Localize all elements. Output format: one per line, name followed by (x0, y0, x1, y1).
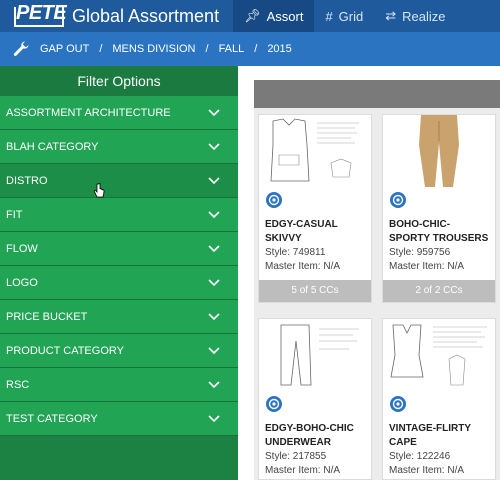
product-name: EDGY-BOHO-CHIC UNDERWEAR (265, 423, 354, 448)
hash-icon: # (325, 8, 333, 24)
product-sketch-image (259, 319, 371, 391)
product-card[interactable]: EDGY-CASUAL SKIVVY Style: 749811 Master … (258, 114, 372, 303)
product-style: Style: 217855 (265, 451, 327, 462)
filter-assortment-architecture[interactable]: ASSORTMENT ARCHITECTURE (0, 96, 238, 130)
filter-label: RSC (6, 378, 30, 391)
product-card[interactable]: EDGY-BOHO-CHIC UNDERWEAR Style: 217855 M… (258, 318, 372, 480)
product-photo (383, 115, 495, 187)
product-sketch-image (383, 319, 495, 391)
product-master-item: Master Item: N/A (389, 465, 465, 476)
target-icon[interactable] (389, 395, 407, 413)
grid-header-bar (254, 80, 500, 108)
logo-text: PETE (16, 2, 67, 24)
target-icon[interactable] (265, 395, 283, 413)
target-icon[interactable] (389, 191, 407, 209)
breadcrumb-item[interactable]: MENS DIVISION (112, 43, 195, 55)
product-master-item: Master Item: N/A (389, 261, 465, 272)
product-master-item: Master Item: N/A (265, 465, 341, 476)
product-grid-area: EDGY-CASUAL SKIVVY Style: 749811 Master … (238, 66, 500, 480)
nav-realize[interactable]: ⇄ Realize (374, 0, 456, 32)
app-logo[interactable]: PETE (14, 2, 67, 27)
nav-grid[interactable]: # Grid (314, 0, 374, 32)
product-master-item: Master Item: N/A (265, 261, 341, 272)
product-style: Style: 122246 (389, 451, 451, 462)
chevron-down-icon (208, 380, 220, 388)
swap-icon: ⇄ (385, 8, 397, 23)
pin-icon: 📌︎ (244, 8, 261, 23)
product-style: Style: 749811 (265, 247, 326, 258)
top-bar: PETE Global Assortment 📌︎ Assort # Grid … (0, 0, 500, 32)
breadcrumb-separator: / (205, 43, 209, 55)
chevron-down-icon (208, 346, 220, 354)
product-style: Style: 959756 (389, 247, 451, 258)
target-icon[interactable] (265, 191, 283, 209)
cc-count-badge[interactable]: 2 of 2 CCs (383, 280, 495, 302)
nav-assort[interactable]: 📌︎ Assort (233, 0, 315, 32)
dress-sketch (270, 118, 359, 182)
app-title: Global Assortment (72, 5, 220, 26)
filter-label: LOGO (6, 276, 38, 289)
breadcrumb-separator: / (254, 43, 258, 55)
filter-product-category[interactable]: PRODUCT CATEGORY (0, 334, 238, 368)
product-card[interactable]: BOHO-CHIC-SPORTY TROUSERS Style: 959756 … (382, 114, 496, 303)
filter-fit[interactable]: FIT (0, 198, 238, 232)
filter-label: ASSORTMENT ARCHITECTURE (6, 106, 171, 119)
product-name: BOHO-CHIC-SPORTY TROUSERS (389, 219, 489, 244)
filter-blah-category[interactable]: BLAH CATEGORY (0, 130, 238, 164)
filter-label: DISTRO (6, 174, 48, 187)
chevron-down-icon (208, 210, 220, 218)
hand-cursor-icon (93, 183, 105, 198)
filter-label: BLAH CATEGORY (6, 140, 99, 153)
filter-rsc[interactable]: RSC (0, 368, 238, 402)
filter-label: FIT (6, 208, 23, 221)
nav-assort-label: Assort (266, 8, 304, 24)
trousers-photo (419, 115, 459, 187)
filter-label: PRODUCT CATEGORY (6, 344, 124, 357)
filter-flow[interactable]: FLOW (0, 232, 238, 266)
pants-sketch (280, 324, 359, 386)
filter-price-bucket[interactable]: PRICE BUCKET (0, 300, 238, 334)
filter-test-category[interactable]: TEST CATEGORY (0, 402, 238, 436)
sidebar-title: Filter Options (0, 66, 238, 96)
filter-label: FLOW (6, 242, 38, 255)
romper-sketch (390, 324, 487, 386)
filter-label: TEST CATEGORY (6, 412, 98, 425)
chevron-down-icon (208, 414, 220, 422)
nav-grid-label: Grid (338, 8, 364, 24)
product-name: VINTAGE-FLIRTY CAPE (389, 423, 471, 448)
chevron-down-icon (208, 176, 220, 184)
chevron-down-icon (208, 312, 220, 320)
filter-logo[interactable]: LOGO (0, 266, 238, 300)
breadcrumb-separator: / (99, 43, 103, 55)
breadcrumb-item[interactable]: FALL (219, 43, 245, 55)
wrench-icon[interactable] (12, 40, 30, 58)
nav-realize-label: Realize (402, 8, 446, 24)
filter-label: PRICE BUCKET (6, 310, 88, 323)
filter-sidebar: Filter Options ASSORTMENT ARCHITECTURE B… (0, 66, 238, 480)
product-name: EDGY-CASUAL SKIVVY (265, 219, 338, 244)
filter-distro[interactable]: DISTRO (0, 164, 238, 198)
chevron-down-icon (208, 142, 220, 150)
breadcrumb-item[interactable]: GAP OUT (40, 43, 89, 55)
product-card[interactable]: VINTAGE-FLIRTY CAPE Style: 122246 Master… (382, 318, 496, 480)
chevron-down-icon (208, 244, 220, 252)
breadcrumb-item[interactable]: 2015 (267, 43, 291, 55)
breadcrumb: GAP OUT / MENS DIVISION / FALL / 2015 (0, 32, 500, 66)
chevron-down-icon (208, 278, 220, 286)
chevron-down-icon (208, 108, 220, 116)
cc-count-badge[interactable]: 5 of 5 CCs (259, 280, 371, 302)
main-nav: 📌︎ Assort # Grid ⇄ Realize (233, 0, 456, 32)
product-sketch-image (259, 115, 371, 187)
